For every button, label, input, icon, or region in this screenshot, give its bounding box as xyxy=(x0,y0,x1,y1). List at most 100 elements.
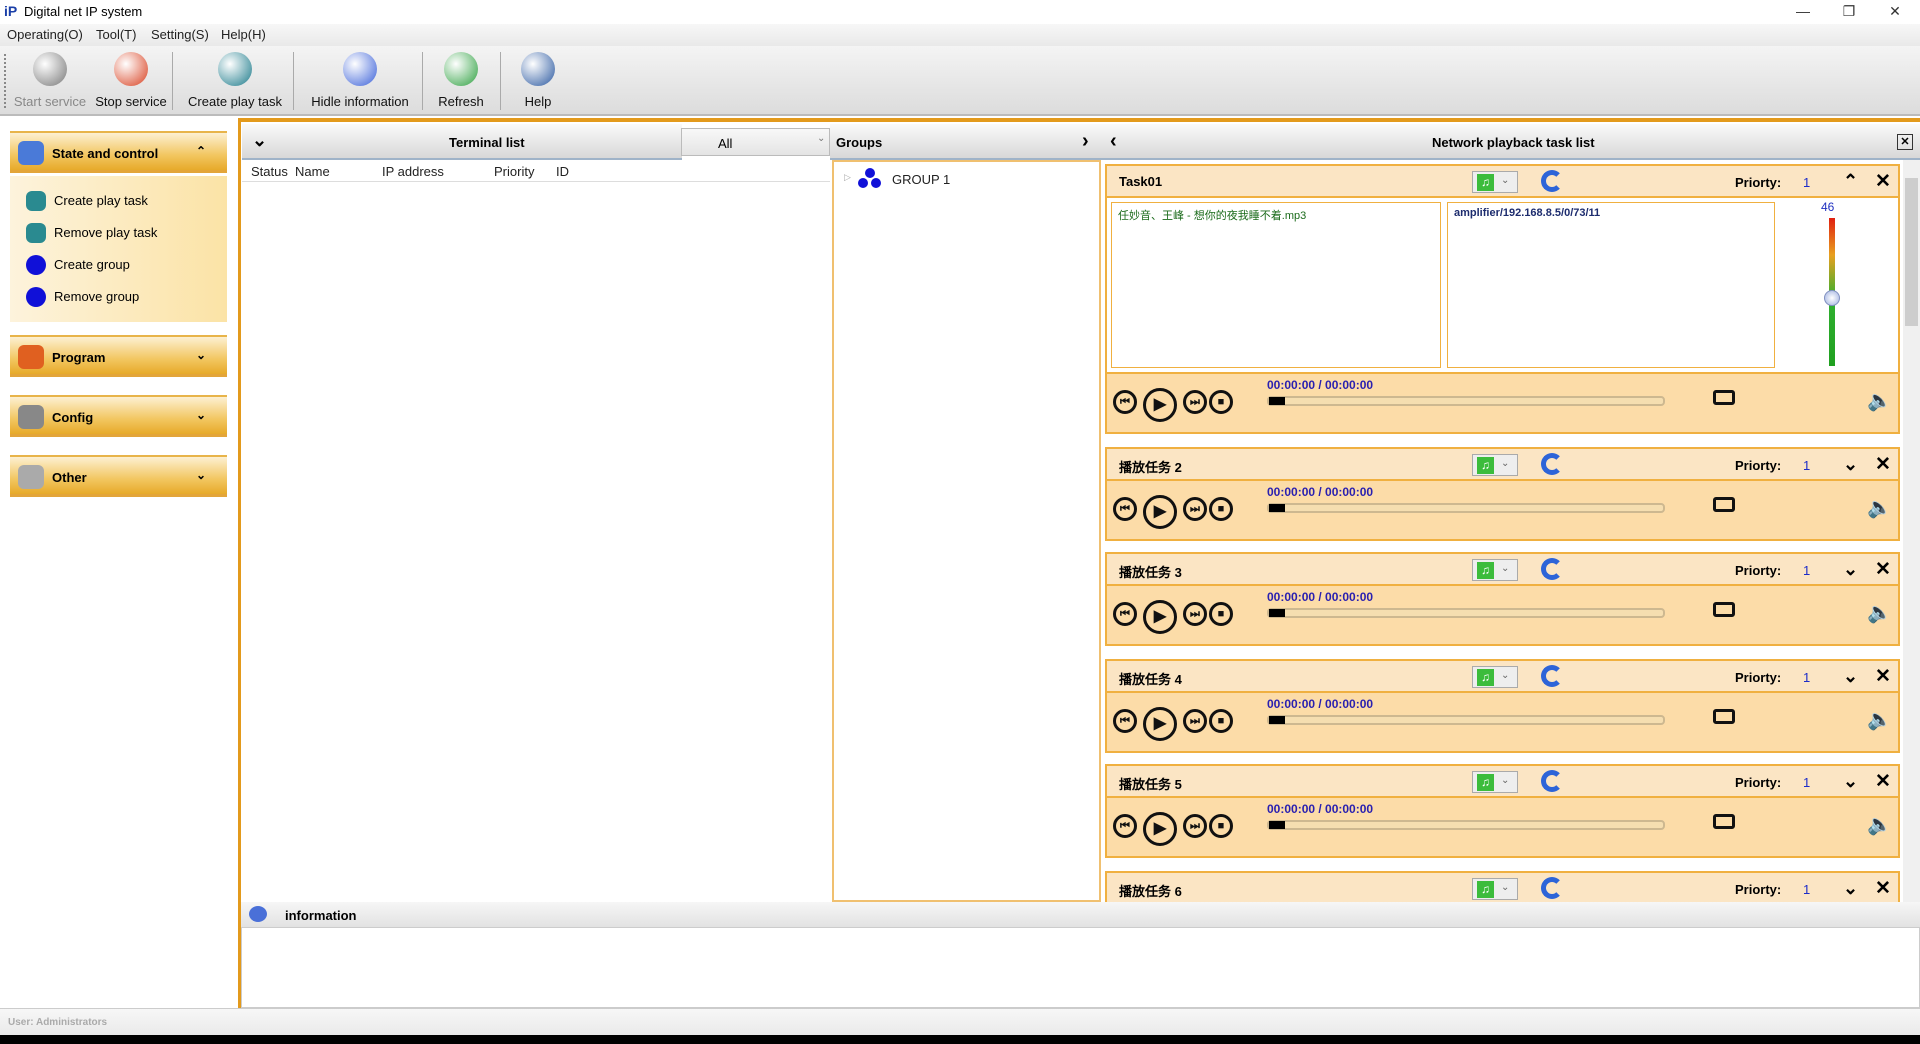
source-select[interactable]: ♫ ⌄ xyxy=(1472,559,1518,581)
start-service-button[interactable]: Start service xyxy=(8,50,92,112)
loop-mode-icon[interactable] xyxy=(1541,170,1563,192)
priority-value[interactable]: 1 xyxy=(1803,882,1810,897)
remove-task-icon[interactable]: ✕ xyxy=(1875,170,1891,193)
previous-button[interactable]: ⏮ xyxy=(1113,709,1137,733)
expand-icon[interactable]: ⌄ xyxy=(1843,454,1858,475)
loop-mode-icon[interactable] xyxy=(1541,558,1563,580)
priority-value[interactable]: 1 xyxy=(1803,670,1810,685)
play-button[interactable]: ▶ xyxy=(1143,388,1177,422)
previous-button[interactable]: ⏮ xyxy=(1113,390,1137,414)
progress-slider[interactable] xyxy=(1267,820,1665,830)
restore-button[interactable]: ❐ xyxy=(1826,0,1872,24)
repeat-icon[interactable] xyxy=(1713,497,1735,512)
expand-icon[interactable]: ⌄ xyxy=(1843,878,1858,899)
expand-icon[interactable]: ⌄ xyxy=(1843,666,1858,687)
sidebar-item-create-group[interactable]: Create group xyxy=(16,252,216,278)
sidebar-section-other[interactable]: Other ⌄ xyxy=(10,455,227,497)
column-header[interactable]: IP address xyxy=(382,164,444,179)
previous-button[interactable]: ⏮ xyxy=(1113,497,1137,521)
menu-tool[interactable]: Tool(T) xyxy=(96,27,136,42)
device-list[interactable]: amplifier/192.168.8.5/0/73/11 xyxy=(1447,202,1775,368)
play-button[interactable]: ▶ xyxy=(1143,812,1177,846)
next-button[interactable]: ⏭ xyxy=(1183,602,1207,626)
sidebar-item-remove-group[interactable]: Remove group xyxy=(16,284,216,310)
priority-value[interactable]: 1 xyxy=(1803,563,1810,578)
speaker-icon[interactable]: 🔈 xyxy=(1867,495,1892,520)
chevron-right-icon[interactable]: › xyxy=(1082,130,1089,153)
volume-knob[interactable] xyxy=(1824,289,1840,306)
loop-mode-icon[interactable] xyxy=(1541,770,1563,792)
progress-slider[interactable] xyxy=(1267,396,1665,406)
source-select[interactable]: ♫ ⌄ xyxy=(1472,171,1518,193)
priority-value[interactable]: 1 xyxy=(1803,775,1810,790)
stop-button[interactable]: ■ xyxy=(1209,602,1233,626)
loop-mode-icon[interactable] xyxy=(1541,453,1563,475)
remove-task-icon[interactable]: ✕ xyxy=(1875,877,1891,900)
play-button[interactable]: ▶ xyxy=(1143,600,1177,634)
remove-task-icon[interactable]: ✕ xyxy=(1875,558,1891,581)
source-select[interactable]: ♫ ⌄ xyxy=(1472,454,1518,476)
progress-thumb[interactable] xyxy=(1269,397,1285,405)
create-play-task-button[interactable]: Create play task xyxy=(180,50,290,112)
repeat-icon[interactable] xyxy=(1713,390,1735,405)
close-button[interactable]: ✕ xyxy=(1872,0,1918,24)
source-select[interactable]: ♫ ⌄ xyxy=(1472,771,1518,793)
sidebar-item-create-play-task[interactable]: Create play task xyxy=(16,188,216,214)
terminal-filter-select[interactable]: All ⌄ xyxy=(681,128,830,156)
collapse-chevron-icon[interactable]: ⌄ xyxy=(252,130,267,151)
repeat-icon[interactable] xyxy=(1713,602,1735,617)
expand-icon[interactable]: ⌄ xyxy=(1843,559,1858,580)
stop-button[interactable]: ■ xyxy=(1209,814,1233,838)
repeat-icon[interactable] xyxy=(1713,709,1735,724)
menu-help[interactable]: Help(H) xyxy=(221,27,266,42)
progress-slider[interactable] xyxy=(1267,715,1665,725)
source-select[interactable]: ♫ ⌄ xyxy=(1472,666,1518,688)
progress-thumb[interactable] xyxy=(1269,504,1285,512)
column-header[interactable]: Name xyxy=(295,164,330,179)
stop-button[interactable]: ■ xyxy=(1209,709,1233,733)
progress-thumb[interactable] xyxy=(1269,821,1285,829)
next-button[interactable]: ⏭ xyxy=(1183,814,1207,838)
progress-slider[interactable] xyxy=(1267,608,1665,618)
column-header[interactable]: Status xyxy=(251,164,288,179)
refresh-button[interactable]: Refresh xyxy=(428,50,494,112)
expand-icon[interactable]: ⌄ xyxy=(1843,771,1858,792)
loop-mode-icon[interactable] xyxy=(1541,877,1563,899)
file-list[interactable]: 任妙音、王峰 - 想你的夜我睡不着.mp3 xyxy=(1111,202,1441,368)
repeat-icon[interactable] xyxy=(1713,814,1735,829)
group-item[interactable]: GROUP 1 xyxy=(892,172,950,187)
previous-button[interactable]: ⏮ xyxy=(1113,814,1137,838)
sidebar-section-config[interactable]: Config ⌄ xyxy=(10,395,227,437)
speaker-icon[interactable]: 🔈 xyxy=(1867,600,1892,625)
column-header[interactable]: ID xyxy=(556,164,569,179)
source-select[interactable]: ♫ ⌄ xyxy=(1472,878,1518,900)
collapse-icon[interactable]: ⌃ xyxy=(1843,171,1858,192)
help-button[interactable]: Help xyxy=(504,50,572,112)
play-button[interactable]: ▶ xyxy=(1143,707,1177,741)
speaker-icon[interactable]: 🔈 xyxy=(1867,707,1892,732)
speaker-icon[interactable]: 🔈 xyxy=(1867,812,1892,837)
remove-task-icon[interactable]: ✕ xyxy=(1875,770,1891,793)
sidebar-section-program[interactable]: Program ⌄ xyxy=(10,335,227,377)
chevron-left-icon[interactable]: ‹ xyxy=(1110,130,1117,153)
previous-button[interactable]: ⏮ xyxy=(1113,602,1137,626)
sidebar-section-state-and-control[interactable]: State and control ⌃ xyxy=(10,131,227,173)
sidebar-item-remove-play-task[interactable]: Remove play task xyxy=(16,220,216,246)
stop-button[interactable]: ■ xyxy=(1209,497,1233,521)
expand-arrow-icon[interactable]: ▷ xyxy=(844,172,851,183)
loop-mode-icon[interactable] xyxy=(1541,665,1563,687)
toolbar-grip[interactable] xyxy=(4,54,6,108)
stop-service-button[interactable]: Stop service xyxy=(88,50,174,112)
close-panel-icon[interactable]: ✕ xyxy=(1897,134,1913,150)
next-button[interactable]: ⏭ xyxy=(1183,709,1207,733)
next-button[interactable]: ⏭ xyxy=(1183,390,1207,414)
hidle-information-button[interactable]: Hidle information xyxy=(300,50,420,112)
play-button[interactable]: ▶ xyxy=(1143,495,1177,529)
progress-thumb[interactable] xyxy=(1269,609,1285,617)
priority-value[interactable]: 1 xyxy=(1803,175,1810,190)
menu-setting[interactable]: Setting(S) xyxy=(151,27,209,42)
progress-thumb[interactable] xyxy=(1269,716,1285,724)
remove-task-icon[interactable]: ✕ xyxy=(1875,665,1891,688)
speaker-icon[interactable]: 🔈 xyxy=(1867,388,1892,413)
next-button[interactable]: ⏭ xyxy=(1183,497,1207,521)
